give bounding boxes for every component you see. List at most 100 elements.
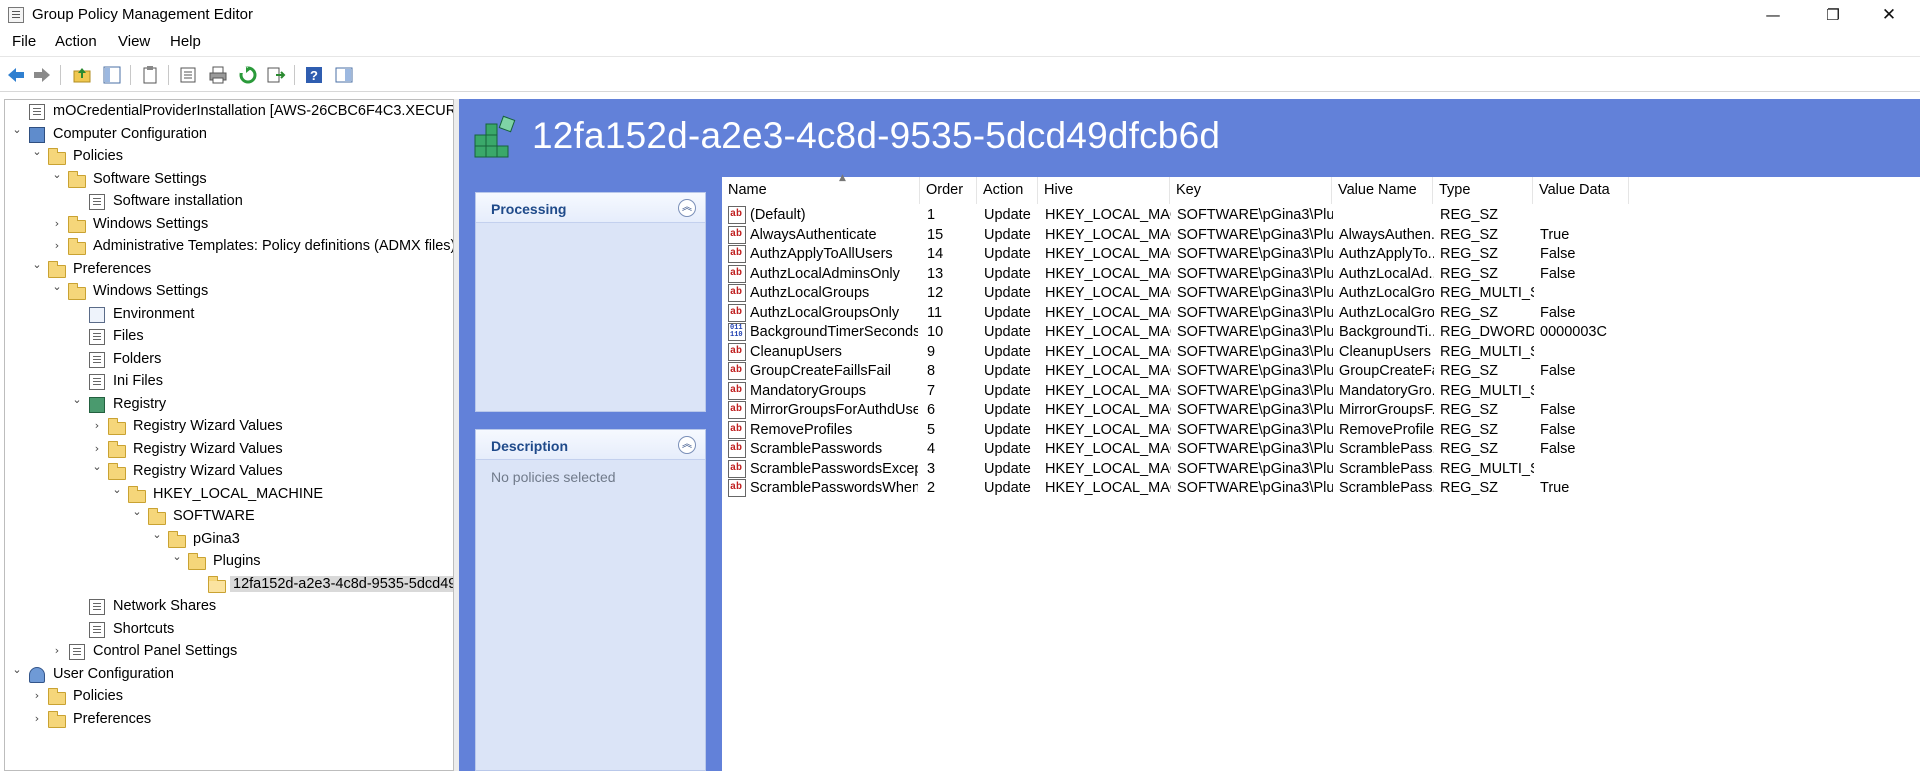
tree-item[interactable]: Network Shares [5, 596, 453, 618]
menu-file[interactable]: File [12, 33, 36, 50]
menu-action[interactable]: Action [55, 33, 97, 50]
column-value-name-header[interactable]: Value Name [1332, 177, 1433, 204]
cell-key: SOFTWARE\pGina3\Plugi... [1177, 324, 1333, 340]
string-value-icon [728, 264, 746, 283]
chevron-down-icon[interactable]: ⌄ [151, 528, 163, 541]
column-value-data-header[interactable]: Value Data [1533, 177, 1629, 204]
tree-item[interactable]: Ini Files [5, 371, 453, 393]
chevron-right-icon[interactable]: › [51, 217, 63, 230]
cell-value-name: AlwaysAuthen... [1339, 226, 1434, 243]
toolbar-separator [168, 65, 169, 85]
tree-item[interactable]: ⌄ Registry [5, 393, 453, 416]
forward-arrow-icon[interactable] [32, 65, 52, 85]
tree-item[interactable]: ⌄ Software Settings [5, 168, 453, 191]
tree-item[interactable]: ⌄ Computer Configuration [5, 123, 453, 146]
cell-order: 15 [927, 226, 944, 243]
tree-item[interactable]: › Preferences [5, 709, 453, 731]
string-value-icon [728, 459, 746, 478]
chevron-down-icon[interactable]: ⌄ [71, 393, 83, 406]
collapse-icon[interactable]: ︽ [678, 199, 696, 217]
cell-order: 3 [927, 460, 936, 477]
menu-view[interactable]: View [118, 33, 150, 50]
chevron-right-icon[interactable]: › [91, 442, 103, 455]
up-folder-icon[interactable] [72, 65, 92, 85]
console-tree[interactable]: mOCredentialProviderInstallation [AWS-26… [4, 99, 454, 771]
tree-item[interactable]: Files [5, 326, 453, 348]
cell-value-name: ScramblePass... [1339, 480, 1434, 496]
tree-item[interactable]: ⌄ Policies [5, 146, 453, 168]
tree-item[interactable]: ⌄ Windows Settings [5, 281, 453, 303]
cell-hive: HKEY_LOCAL_MAC... [1045, 382, 1171, 399]
tree-item[interactable]: mOCredentialProviderInstallation [AWS-26… [5, 101, 453, 123]
svg-text:?: ? [310, 68, 318, 83]
menu-help[interactable]: Help [170, 33, 201, 50]
toolbar-separator [60, 65, 61, 85]
description-panel: Description ︽ No policies selected [475, 429, 706, 771]
chevron-down-icon[interactable]: ⌄ [31, 146, 43, 158]
clipboard-icon[interactable] [140, 65, 160, 85]
refresh-icon[interactable] [238, 65, 258, 85]
chevron-down-icon[interactable]: ⌄ [51, 168, 63, 181]
list-item[interactable]: ScramblePasswordsWhenLMA... 2 Update HKEY_L… [722, 477, 1920, 501]
column-action-header[interactable]: Action [977, 177, 1038, 204]
column-key-header[interactable]: Key [1170, 177, 1332, 204]
tree-item[interactable]: Environment [5, 304, 453, 326]
chevron-right-icon[interactable]: › [51, 645, 63, 657]
tree-item[interactable]: ⌄ Plugins [5, 551, 453, 573]
chevron-down-icon[interactable]: ⌄ [111, 483, 123, 496]
column-hive-header[interactable]: Hive [1038, 177, 1170, 204]
chevron-right-icon[interactable]: › [51, 240, 63, 252]
help-icon[interactable]: ? [304, 65, 324, 85]
minimize-button[interactable]: — [1750, 0, 1796, 30]
column-name-header[interactable]: Name [722, 177, 920, 204]
cell-value-data: False [1540, 304, 1576, 321]
cell-name: AuthzApplyToAllUsers [750, 246, 893, 262]
tree-item[interactable]: ⌄ pGina3 [5, 528, 453, 551]
export-list-icon[interactable] [266, 65, 286, 85]
tree-item[interactable]: ⌄ User Configuration [5, 663, 453, 686]
chevron-right-icon[interactable]: › [91, 420, 103, 432]
string-value-icon [728, 225, 746, 244]
show-hide-tree-icon[interactable] [102, 65, 122, 85]
cell-value-data: False [1540, 441, 1576, 457]
chevron-down-icon[interactable]: ⌄ [171, 551, 183, 563]
chevron-right-icon[interactable]: › [31, 690, 43, 702]
chevron-down-icon[interactable]: ⌄ [11, 123, 23, 136]
column-type-header[interactable]: Type [1433, 177, 1533, 204]
chevron-down-icon[interactable]: ⌄ [11, 663, 23, 676]
chevron-down-icon[interactable]: ⌄ [91, 461, 103, 473]
tree-item-label: SOFTWARE [173, 508, 255, 524]
maximize-button[interactable]: ❐ [1810, 0, 1856, 30]
tree-item[interactable]: ⌄ Preferences [5, 258, 453, 281]
chevron-right-icon[interactable]: › [31, 712, 43, 725]
tree-item-label: Policies [73, 148, 123, 164]
close-button[interactable]: ✕ [1866, 0, 1912, 30]
print-icon[interactable] [208, 65, 228, 85]
collapse-icon[interactable]: ︽ [678, 436, 696, 454]
tree-item[interactable]: 12fa152d-a2e3-4c8d-9535-5dcd49dfcb6d [5, 574, 453, 596]
description-text: No policies selected [491, 469, 616, 485]
tree-item[interactable]: › Windows Settings [5, 214, 453, 236]
tree-item[interactable]: › Registry Wizard Values [5, 439, 453, 461]
tree-item[interactable]: Shortcuts [5, 619, 453, 641]
chevron-down-icon[interactable]: ⌄ [51, 281, 63, 293]
tree-item-label: Registry Wizard Values [133, 440, 283, 457]
tree-item[interactable]: Software installation [5, 191, 453, 213]
chevron-down-icon[interactable]: ⌄ [131, 506, 143, 518]
tree-item[interactable]: ⌄ SOFTWARE [5, 506, 453, 528]
tree-item[interactable]: › Administrative Templates: Policy defini… [5, 236, 453, 258]
cell-hive: HKEY_LOCAL_MAC... [1045, 226, 1171, 243]
column-order-header[interactable]: Order [920, 177, 977, 204]
chevron-down-icon[interactable]: ⌄ [31, 258, 43, 271]
cell-action: Update [984, 460, 1031, 477]
back-arrow-icon[interactable] [6, 65, 26, 85]
tree-item[interactable]: › Control Panel Settings [5, 641, 453, 663]
tree-item[interactable]: ⌄ HKEY_LOCAL_MACHINE [5, 483, 453, 506]
registry-items-list[interactable]: Name Order Action Hive Key Value Name Type Valu… [722, 173, 1920, 771]
tree-item[interactable]: › Policies [5, 686, 453, 708]
tree-item[interactable]: ⌄ Registry Wizard Values [5, 461, 453, 483]
tree-item[interactable]: › Registry Wizard Values [5, 416, 453, 438]
action-pane-icon[interactable] [334, 65, 354, 85]
properties-icon[interactable] [178, 65, 198, 85]
tree-item[interactable]: Folders [5, 349, 453, 371]
